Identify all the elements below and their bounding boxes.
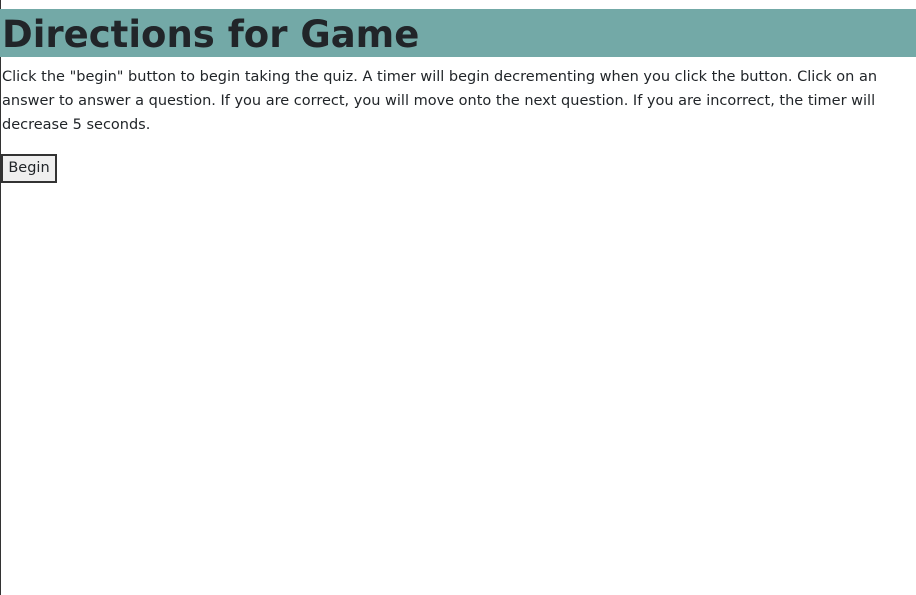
page-title: Directions for Game — [2, 13, 420, 56]
title-banner: Directions for Game — [0, 9, 916, 57]
directions-text: Click the "begin" button to begin taking… — [2, 69, 878, 133]
directions-page: Directions for Game Click the "begin" bu… — [0, 0, 916, 595]
begin-button[interactable]: Begin — [1, 154, 57, 183]
